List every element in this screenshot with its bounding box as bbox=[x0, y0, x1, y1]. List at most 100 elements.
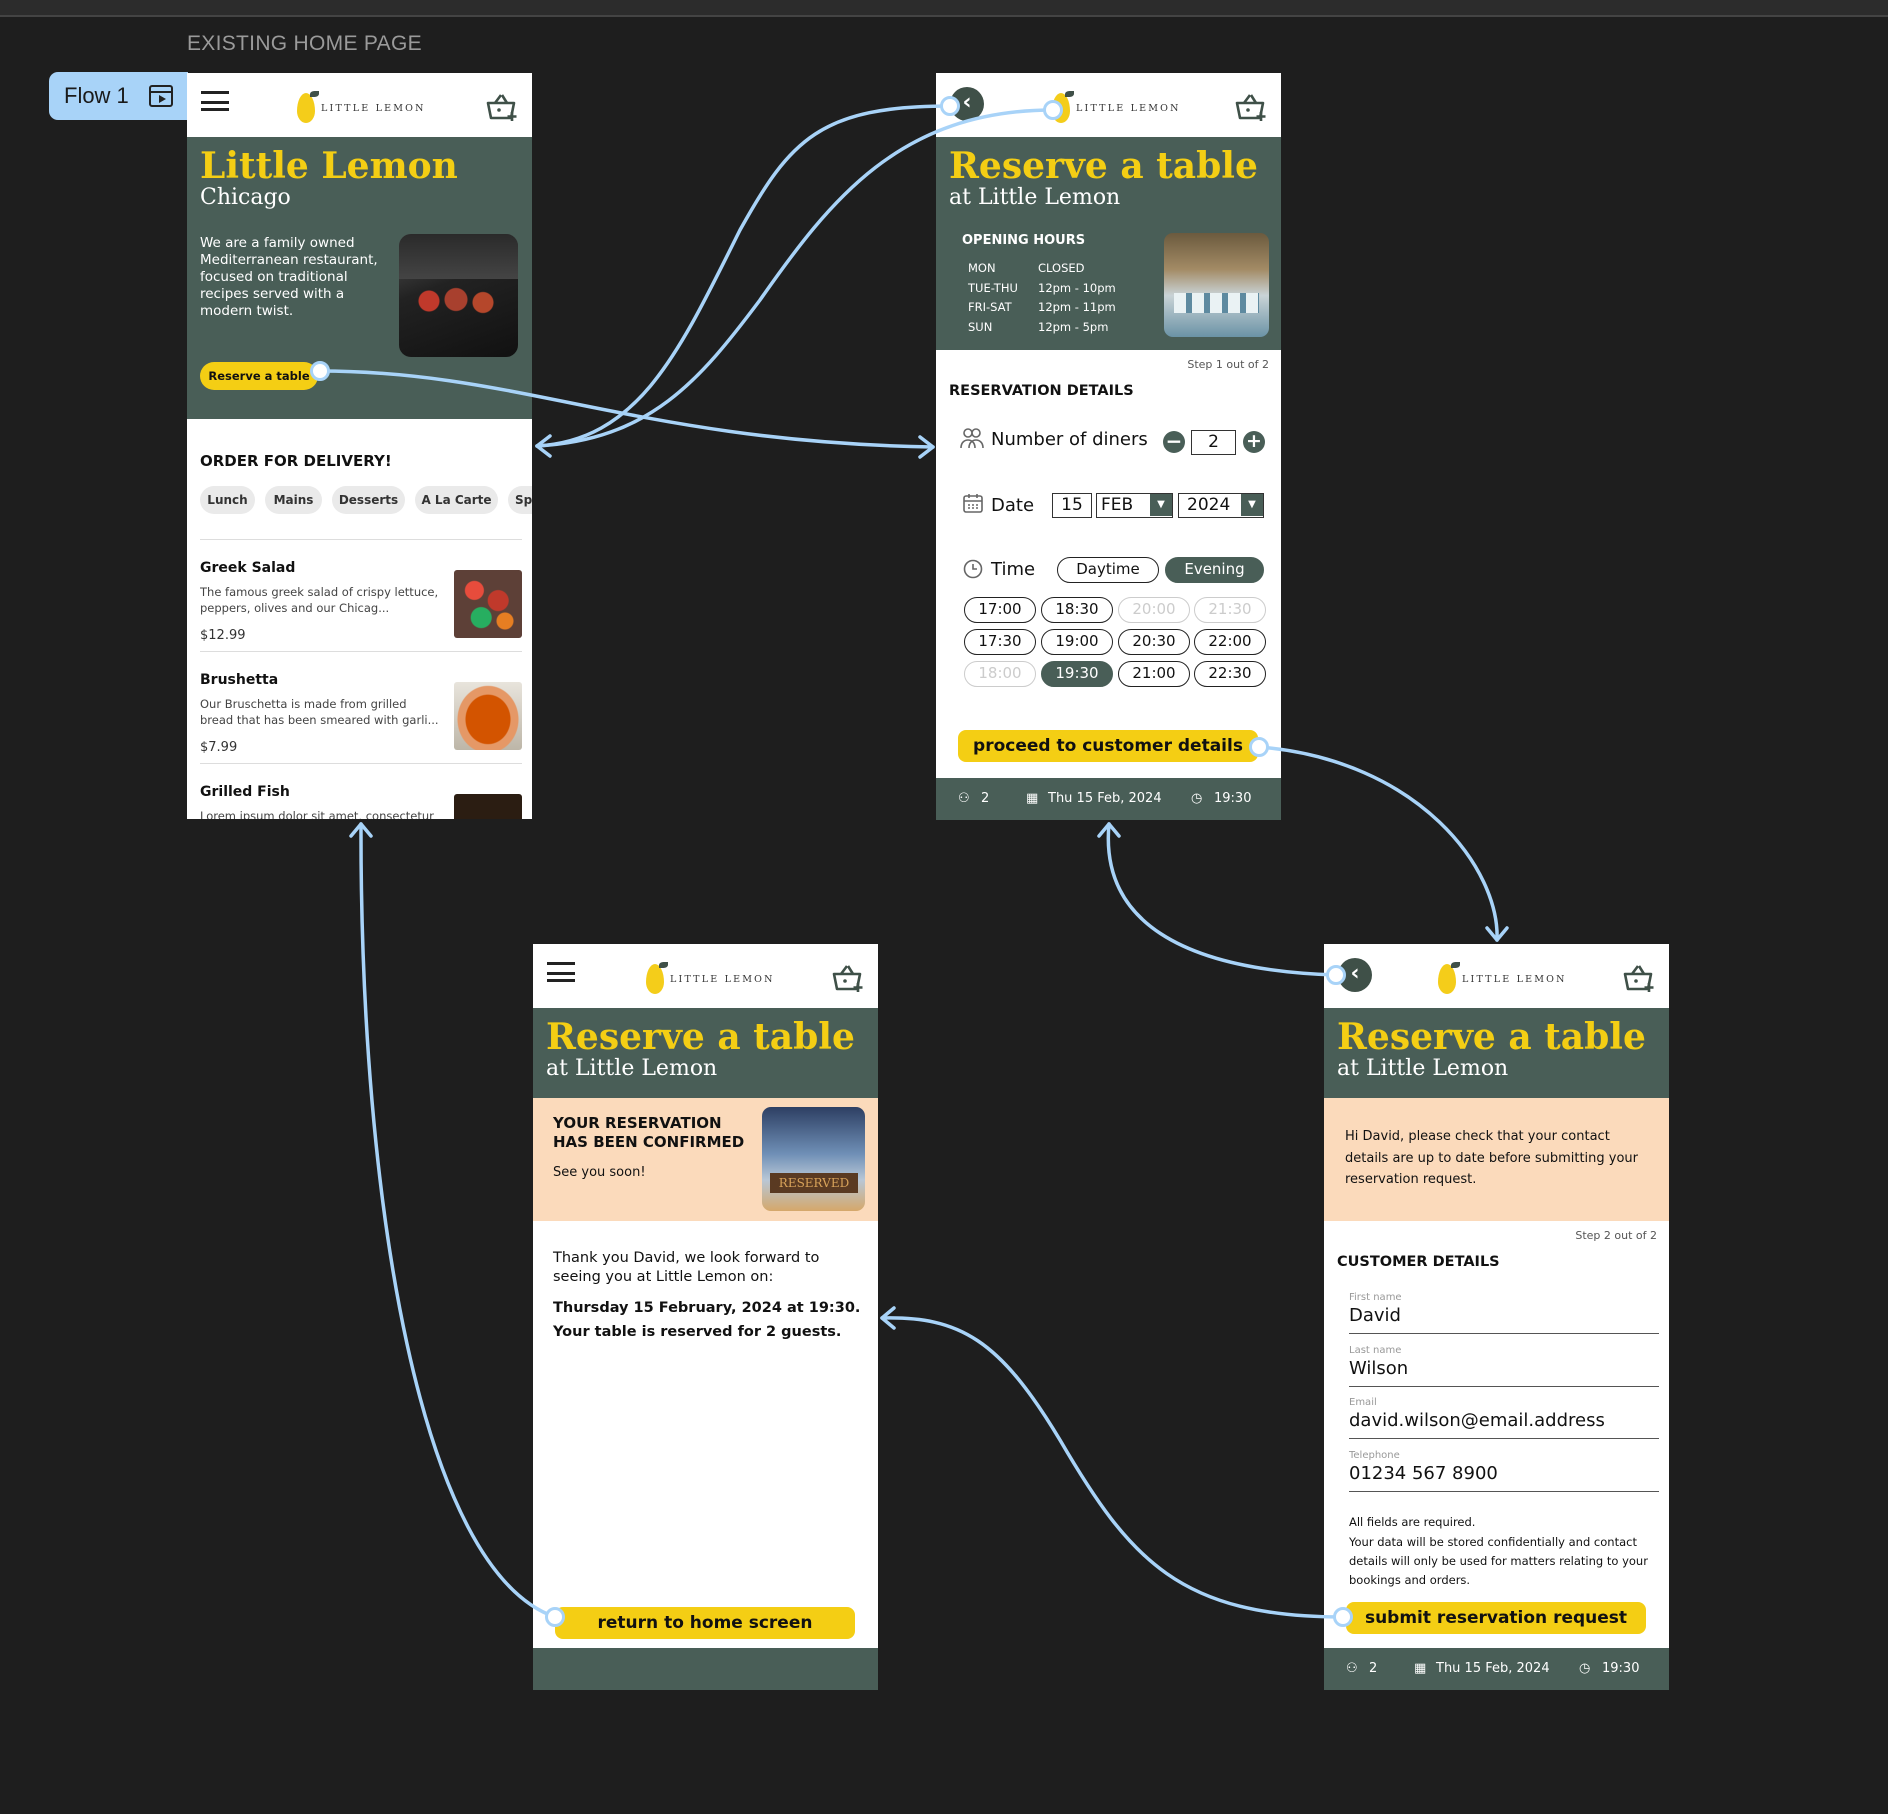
basket-add-icon[interactable] bbox=[1623, 964, 1657, 992]
hamburger-menu-icon[interactable] bbox=[201, 91, 229, 111]
category-chip[interactable]: A La Carte bbox=[415, 486, 498, 514]
required-note: All fields are required. bbox=[1349, 1515, 1476, 1529]
hours-heading: OPENING HOURS bbox=[962, 233, 1086, 248]
restaurant-interior-photo bbox=[1164, 233, 1269, 337]
field-label: First name bbox=[1349, 1292, 1402, 1303]
logo[interactable]: LITTLE LEMON bbox=[646, 962, 775, 994]
arrowhead bbox=[349, 822, 373, 838]
basket-add-icon[interactable] bbox=[832, 964, 866, 992]
connection-node[interactable] bbox=[940, 96, 960, 116]
diners-summary: 2 bbox=[981, 791, 990, 806]
time-slot[interactable]: 22:30 bbox=[1194, 661, 1266, 687]
item-price: $12.99 bbox=[200, 628, 246, 643]
logo[interactable]: LITTLE LEMON bbox=[297, 91, 426, 123]
hours-time: CLOSED bbox=[1038, 261, 1085, 275]
footer-bar bbox=[533, 1648, 878, 1690]
page-subtitle: at Little Lemon bbox=[1337, 1056, 1509, 1081]
category-chips: Lunch Mains Desserts A La Carte Spe bbox=[200, 486, 532, 516]
logo[interactable]: LITTLE LEMON bbox=[1052, 91, 1181, 123]
date-summary: Thu 15 Feb, 2024 bbox=[1048, 791, 1162, 806]
email-field[interactable]: Email david.wilson@email.address bbox=[1349, 1393, 1659, 1439]
daytime-toggle[interactable]: Daytime bbox=[1057, 557, 1159, 583]
time-label: Time bbox=[991, 559, 1036, 580]
privacy-note: Your data will be stored confidentially … bbox=[1349, 1535, 1648, 1587]
category-chip[interactable]: Mains bbox=[265, 486, 322, 514]
reserved-sign-text: RESERVED bbox=[770, 1173, 858, 1193]
bruschetta-photo bbox=[454, 682, 522, 750]
frame-label: EXISTING HOME PAGE bbox=[187, 32, 422, 55]
header: LITTLE LEMON bbox=[187, 73, 532, 137]
field-label: Email bbox=[1349, 1397, 1377, 1408]
editor-top-bar bbox=[0, 0, 1888, 17]
basket-add-icon[interactable] bbox=[1235, 93, 1269, 121]
field-value: david.wilson@email.address bbox=[1349, 1410, 1605, 1431]
time-slot-unavailable: 18:00 bbox=[964, 661, 1036, 687]
submit-reservation-button[interactable]: submit reservation request bbox=[1346, 1602, 1646, 1634]
connection-node[interactable] bbox=[1326, 965, 1346, 985]
time-slot[interactable]: 19:00 bbox=[1041, 629, 1113, 655]
last-name-field[interactable]: Last name Wilson bbox=[1349, 1341, 1659, 1387]
connection-node[interactable] bbox=[1043, 100, 1063, 120]
category-chip[interactable]: Spe bbox=[508, 486, 532, 514]
diners-icon bbox=[960, 428, 984, 449]
step-indicator: Step 2 out of 2 bbox=[1575, 1229, 1657, 1242]
category-chip[interactable]: Lunch bbox=[200, 486, 255, 514]
month-select[interactable]: FEB ▼ bbox=[1096, 493, 1173, 518]
connection-node[interactable] bbox=[545, 1607, 565, 1627]
connection-node[interactable] bbox=[310, 361, 330, 381]
year-value: 2024 bbox=[1187, 495, 1231, 515]
list-item[interactable]: Greek Salad The famous greek salad of cr… bbox=[200, 539, 522, 651]
confirmation-frame: LITTLE LEMON Reserve a table at Little L… bbox=[533, 944, 878, 1690]
list-item[interactable]: Grilled Fish Lorem ipsum dolor sit amet,… bbox=[200, 763, 522, 819]
field-label: Telephone bbox=[1349, 1450, 1400, 1461]
year-select[interactable]: 2024 ▼ bbox=[1178, 493, 1264, 518]
first-name-field[interactable]: First name David bbox=[1349, 1288, 1659, 1334]
lemon-logo-icon bbox=[1438, 962, 1460, 994]
time-slot[interactable]: 20:30 bbox=[1118, 629, 1190, 655]
time-slot-selected[interactable]: 19:30 bbox=[1041, 661, 1113, 687]
time-slot[interactable]: 17:30 bbox=[964, 629, 1036, 655]
time-slot[interactable]: 17:00 bbox=[964, 597, 1036, 623]
flow-label: Flow 1 bbox=[64, 83, 129, 108]
grilled-fish-photo bbox=[454, 794, 522, 819]
hamburger-menu-icon[interactable] bbox=[547, 962, 575, 982]
return-home-button[interactable]: return to home screen bbox=[555, 1607, 855, 1639]
diners-count-input[interactable]: 2 bbox=[1191, 430, 1236, 455]
reserve-table-button[interactable]: Reserve a table bbox=[200, 362, 318, 390]
calendar-summary-icon: ▦ bbox=[1026, 791, 1039, 806]
logo-text: LITTLE LEMON bbox=[1462, 973, 1567, 985]
item-name: Brushetta bbox=[200, 672, 279, 688]
play-prototype-icon[interactable] bbox=[148, 85, 173, 107]
link-step1-to-step2 bbox=[1257, 745, 1499, 942]
hours-days: SUN bbox=[968, 319, 993, 334]
logo-text: LITTLE LEMON bbox=[321, 102, 426, 114]
decrement-button[interactable]: − bbox=[1163, 431, 1185, 453]
time-slot[interactable]: 22:00 bbox=[1194, 629, 1266, 655]
reservation-step1-frame: ‹ LITTLE LEMON Reserve a table at Little… bbox=[936, 73, 1281, 820]
basket-add-icon[interactable] bbox=[486, 93, 520, 121]
connection-node[interactable] bbox=[1333, 1607, 1353, 1627]
connection-node[interactable] bbox=[1249, 737, 1269, 757]
proceed-button[interactable]: proceed to customer details bbox=[958, 730, 1258, 762]
evening-toggle[interactable]: Evening bbox=[1165, 557, 1264, 583]
link-step1-back-to-home bbox=[535, 104, 952, 448]
reserve-hero: Reserve a table at Little Lemon OPENING … bbox=[936, 137, 1281, 350]
category-chip[interactable]: Desserts bbox=[332, 486, 405, 514]
delivery-section: ORDER FOR DELIVERY! Lunch Mains Desserts… bbox=[187, 419, 532, 819]
section-heading: RESERVATION DETAILS bbox=[949, 383, 1134, 399]
day-input[interactable]: 15 bbox=[1052, 493, 1092, 518]
reserve-hero: Reserve a table at Little Lemon bbox=[533, 1008, 878, 1098]
time-summary: 19:30 bbox=[1214, 791, 1252, 806]
reservation-datetime: Thursday 15 February, 2024 at 19:30. bbox=[553, 1300, 861, 1316]
thanks-text: Thank you David, we look forward to seei… bbox=[553, 1250, 820, 1285]
increment-button[interactable]: + bbox=[1243, 431, 1265, 453]
hours-days: TUE-THU bbox=[968, 280, 1018, 295]
logo[interactable]: LITTLE LEMON bbox=[1438, 962, 1567, 994]
telephone-field[interactable]: Telephone 01234 567 8900 bbox=[1349, 1446, 1659, 1492]
list-item[interactable]: Brushetta Our Bruschetta is made from gr… bbox=[200, 651, 522, 763]
link-step2-submit-to-confirm bbox=[880, 1316, 1345, 1619]
time-slot[interactable]: 18:30 bbox=[1041, 597, 1113, 623]
flow-start-tag[interactable]: Flow 1 bbox=[49, 72, 188, 120]
time-slot[interactable]: 21:00 bbox=[1118, 661, 1190, 687]
lemon-logo-icon bbox=[646, 962, 668, 994]
